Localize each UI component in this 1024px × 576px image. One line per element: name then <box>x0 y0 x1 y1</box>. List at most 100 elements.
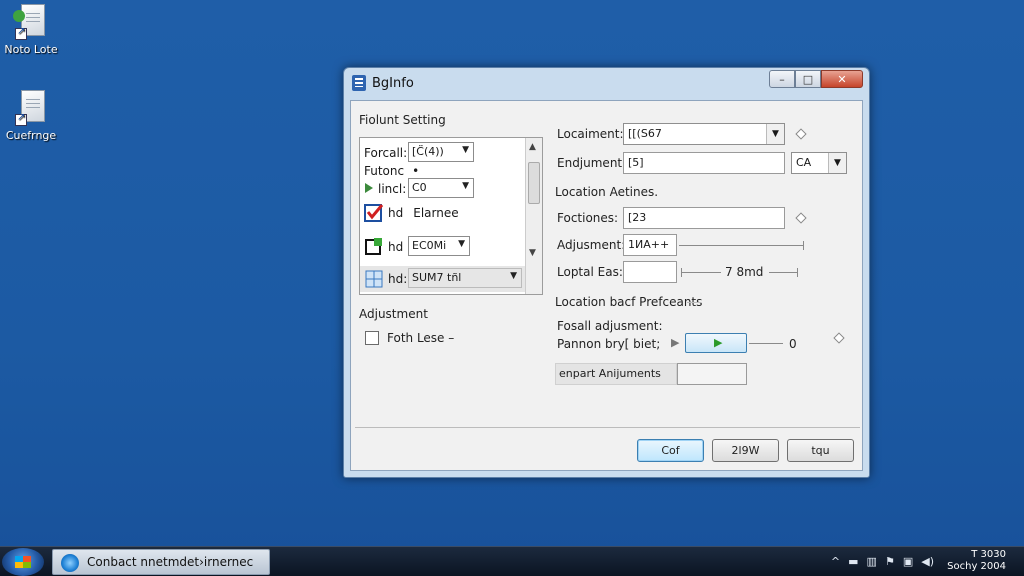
slider-end-tick <box>803 241 804 250</box>
dialog-client-area: Fiolunt Setting Forcall: [C̈(4)) ▼ Futon… <box>350 100 863 471</box>
apply-button[interactable]: 2l9W <box>712 439 779 462</box>
scroll-down-icon[interactable]: ▼ <box>529 248 536 258</box>
pannon-value: 0 <box>789 337 797 351</box>
row-label: hd <box>388 240 404 254</box>
endjument-input[interactable]: [5] <box>623 152 785 174</box>
foctiones-label: Foctiones: <box>557 211 619 225</box>
section-divider <box>687 302 701 303</box>
list-item[interactable]: lincl: <box>364 178 406 200</box>
settings-list[interactable]: Forcall: [C̈(4)) ▼ Futonc • lincl: C0 ▼ <box>359 137 543 295</box>
window-title: BgInfo <box>372 76 414 91</box>
maximize-button[interactable]: □ <box>795 70 821 88</box>
adjusment-label: Adjusment: <box>557 238 626 252</box>
ca-combo[interactable]: CA ▼ <box>791 152 847 174</box>
loptal-slider-track-right[interactable] <box>769 272 797 273</box>
row-value: • <box>412 164 420 178</box>
desktop-icon-cuefrnge[interactable]: Cuefrnge <box>0 90 66 142</box>
chevron-down-icon: ▼ <box>828 153 846 173</box>
location-section-title: Location Aetines. <box>555 185 659 199</box>
row-value: Elarnee <box>413 206 459 220</box>
taskbar-item-browser[interactable]: Conbact nnetmdet›irnernec <box>52 549 270 575</box>
diamond-marker-icon[interactable] <box>795 128 807 140</box>
ca-value: CA <box>796 156 812 169</box>
title-bar[interactable]: BgInfo – □ ✕ <box>344 68 869 98</box>
row-combo[interactable]: C0 ▼ <box>408 178 474 198</box>
adjusment-input[interactable]: 1ИΑ++ <box>623 234 677 256</box>
row-combo-value: [C̈(4)) <box>412 145 444 158</box>
grid-icon <box>364 269 384 289</box>
foctiones-input[interactable]: [23 <box>623 207 785 229</box>
row-combo-value: C0 <box>412 181 427 194</box>
pannon-label: Pannon bry[ biet; <box>557 337 661 351</box>
minimize-button[interactable]: – <box>769 70 795 88</box>
loptal-slider-track[interactable] <box>681 272 721 273</box>
row-combo[interactable]: SUM7 tñl ▼ <box>408 268 522 288</box>
row-label: Forcall: <box>364 146 408 160</box>
slider-end-tick <box>681 268 682 277</box>
flag-icon[interactable]: ⚑ <box>885 555 895 568</box>
list-item[interactable]: hd <box>364 236 403 258</box>
adjusment-slider-track[interactable] <box>679 245 803 246</box>
chevron-down-icon: ▼ <box>510 271 517 281</box>
browser-icon <box>61 554 79 572</box>
fosall-label: Fosall adjusment: <box>557 319 663 333</box>
play-arrow-icon: ▶ <box>671 336 680 349</box>
list-item[interactable]: hd Elarnee <box>364 202 459 224</box>
clock-time: T 3030 <box>971 549 1006 560</box>
row-combo-value: SUM7 tñl <box>412 271 462 284</box>
taskbar-clock[interactable]: T 3030 Sochy 2004 <box>947 549 1006 573</box>
list-scrollbar[interactable]: ▲ ▼ <box>525 138 542 294</box>
row-label: hd: <box>388 272 408 286</box>
desktop-icon-noto-lote[interactable]: Noto Lote <box>0 4 66 56</box>
list-item[interactable]: hd: <box>364 268 407 290</box>
bginfo-app-icon <box>352 75 366 91</box>
taskbar: Conbact nnetmdet›irnernec ^ ▬ ▥ ⚑ ▣ ◀) T… <box>0 546 1024 576</box>
row-combo-value: ЕС0Мі <box>412 239 447 252</box>
pannon-play-button[interactable]: ▶ <box>685 333 747 353</box>
chevron-up-icon[interactable]: ^ <box>831 555 840 568</box>
monitor-icon[interactable]: ▣ <box>903 555 913 568</box>
play-arrow-icon <box>364 181 374 197</box>
diamond-marker-icon[interactable] <box>795 212 807 224</box>
left-group-title: Fiolunt Setting <box>359 113 446 127</box>
locament-value: [[(S67 <box>628 127 662 140</box>
ok-button[interactable]: Cof <box>637 439 704 462</box>
chevron-down-icon: ▼ <box>766 124 784 144</box>
network-icon[interactable]: ▥ <box>867 555 877 568</box>
diamond-marker-icon[interactable] <box>833 332 845 344</box>
close-button[interactable]: ✕ <box>821 70 863 88</box>
start-button[interactable] <box>2 548 44 576</box>
row-combo[interactable]: ЕС0Мі ▼ <box>408 236 470 256</box>
bginfo-window: BgInfo – □ ✕ Fiolunt Setting Forcall: [C… <box>343 67 870 478</box>
foth-lese-checkbox[interactable] <box>365 331 379 345</box>
volume-icon[interactable]: ◀) <box>921 555 934 568</box>
image-frame-icon <box>364 237 384 257</box>
prefs-section-title: Location bacf Prefceants <box>555 295 703 309</box>
row-label: hd <box>388 206 404 220</box>
adjustment-group-title: Adjustment <box>359 307 428 321</box>
locament-label: Locaiment: <box>557 127 624 141</box>
loptal-input[interactable] <box>623 261 677 283</box>
desktop-icon-label: Cuefrnge <box>5 129 57 142</box>
chevron-down-icon: ▼ <box>462 145 469 155</box>
checkmark-icon <box>364 203 384 223</box>
slider-end-tick <box>797 268 798 277</box>
scroll-thumb[interactable] <box>528 162 540 204</box>
checkbox-label: Foth Lese – <box>387 331 455 345</box>
system-tray: ^ ▬ ▥ ⚑ ▣ ◀) <box>831 555 934 568</box>
enpart-label: enpart Anijuments <box>559 367 661 380</box>
locament-combo[interactable]: [[(S67 ▼ <box>623 123 785 145</box>
play-icon: ▶ <box>714 336 723 349</box>
chevron-down-icon: ▼ <box>458 239 465 249</box>
cancel-button[interactable]: tqu <box>787 439 854 462</box>
pannon-slider-track[interactable] <box>749 343 783 344</box>
loptal-label: Loptal Eas: <box>557 265 623 279</box>
scroll-up-icon[interactable]: ▲ <box>529 142 536 152</box>
clock-date: Sochy 2004 <box>947 561 1006 572</box>
enpart-input[interactable] <box>677 363 747 385</box>
row-label: lincl: <box>378 182 407 196</box>
desktop-icon-label: Noto Lote <box>4 43 58 56</box>
battery-icon[interactable]: ▬ <box>848 555 858 568</box>
endjument-label: Endjument: <box>557 156 627 170</box>
row-combo[interactable]: [C̈(4)) ▼ <box>408 142 474 162</box>
